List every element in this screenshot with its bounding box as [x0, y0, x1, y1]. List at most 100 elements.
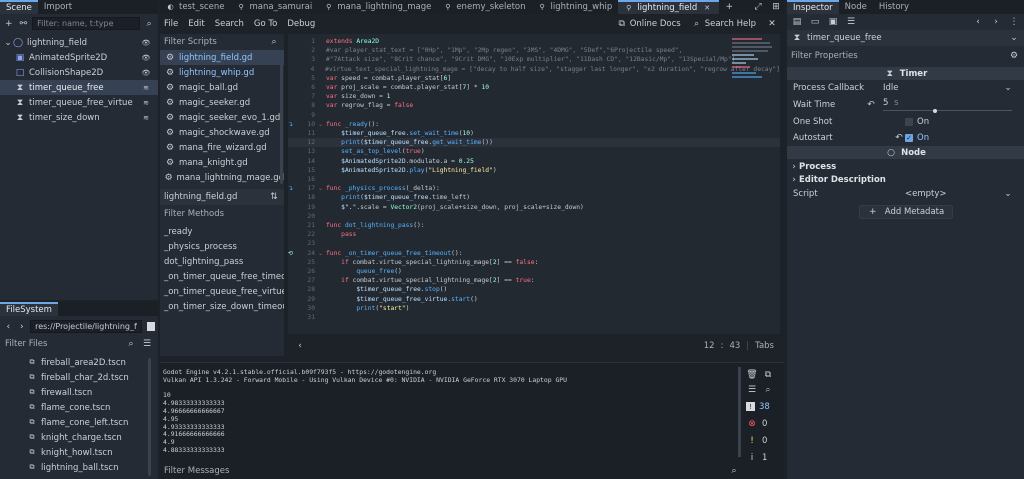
- code-line[interactable]: 9: [288, 111, 780, 120]
- scene-tree-item[interactable]: ⧗ timer_size_down ≋: [0, 110, 158, 125]
- filter-methods-input[interactable]: Filter Methods: [164, 209, 224, 219]
- filter-messages-input[interactable]: Filter Messages: [164, 466, 229, 476]
- code-editor[interactable]: 1 extends Area2D 2 #var player_stat_text = …: [288, 34, 780, 334]
- wait-time-slider[interactable]: [883, 110, 1012, 111]
- code-line[interactable]: 13 set_as_top_level(true): [288, 147, 780, 156]
- close-tab-icon[interactable]: ✕: [701, 2, 713, 14]
- code-line[interactable]: 27 if combat.virtue_special_lightning_ma…: [288, 276, 780, 285]
- link-icon[interactable]: ⚯: [18, 18, 30, 30]
- script-picker[interactable]: <empty> ⌄: [905, 188, 1018, 200]
- revert-icon[interactable]: ↶: [893, 132, 905, 144]
- fold-arrow-icon[interactable]: ⌄: [318, 121, 326, 128]
- signal-icon[interactable]: ≋: [140, 112, 152, 124]
- code-area[interactable]: 1 extends Area2D 2 #var player_stat_text = …: [288, 34, 780, 322]
- info-icon[interactable]: i: [746, 452, 758, 464]
- code-line[interactable]: 5 var speed = combat.player_stat[6]: [288, 74, 780, 83]
- tools-icon[interactable]: ⚙: [1008, 50, 1020, 62]
- script-item[interactable]: ⚙ magic_ball.gd: [160, 80, 284, 95]
- script-item[interactable]: ⚙ magic_seeker_evo_1.gd: [160, 110, 284, 125]
- code-line[interactable]: 19 $".".scale = Vector2(proj_scale+size_…: [288, 203, 780, 212]
- method-item[interactable]: dot_lightning_pass: [160, 254, 284, 269]
- distraction-free-icon[interactable]: ⤢: [752, 1, 764, 13]
- search-icon[interactable]: ⌕: [762, 384, 774, 396]
- code-line[interactable]: 23: [288, 239, 780, 248]
- method-item[interactable]: _on_timer_queue_free_virtue_ti...: [160, 284, 284, 299]
- code-line[interactable]: 22 pass: [288, 230, 780, 239]
- code-line[interactable]: ⟲ 24 ⌄ func _on_timer_queue_free_timeout():: [288, 249, 780, 258]
- add-metadata-button[interactable]: + Add Metadata: [858, 205, 953, 219]
- code-line[interactable]: 12 print($timer_queue_free.get_wait_time…: [288, 138, 780, 148]
- new-resource-icon[interactable]: ▤: [791, 16, 803, 28]
- code-line[interactable]: 6 var proj_scale = combat.player_stat[7] …: [288, 83, 780, 92]
- editor-tab[interactable]: ⚲ lightning_field ✕: [618, 0, 720, 14]
- script-item[interactable]: ⚙ mana_fire_wizard.gd: [160, 140, 284, 155]
- save-icon[interactable]: ▣: [827, 16, 839, 28]
- file-item[interactable]: ⧉ flame_cone_left.tscn: [22, 415, 158, 430]
- method-item[interactable]: _ready: [160, 224, 284, 239]
- method-item[interactable]: _physics_process: [160, 239, 284, 254]
- code-line[interactable]: 2 #var player_stat_text = ["0Hp", "1Mp", …: [288, 46, 780, 55]
- clear-icon[interactable]: 🗑: [746, 369, 758, 381]
- error-icon[interactable]: ⊗: [746, 418, 758, 430]
- code-line[interactable]: 15 $AnimatedSprite2D.play("Lightning_fie…: [288, 166, 780, 175]
- file-item[interactable]: ⧉ firewall.tscn: [22, 385, 158, 400]
- code-line[interactable]: ↴ 10 ⌄ func _ready():: [288, 120, 780, 129]
- code-line[interactable]: 18 print($timer_queue_free.time_left): [288, 193, 780, 202]
- editor-tab[interactable]: ⚲ mana_lightning_mage: [318, 0, 437, 14]
- object-menu-icon[interactable]: ⋮: [1008, 16, 1020, 28]
- code-line[interactable]: 25 if combat.virtue_special_lightning_ma…: [288, 258, 780, 267]
- scene-tree-item[interactable]: ⌄ ◯ lightning_field 👁: [0, 35, 158, 50]
- revert-icon[interactable]: ↶: [865, 99, 877, 111]
- tab-history[interactable]: History: [873, 0, 915, 14]
- code-line[interactable]: 21 func dot_lightning_pass():: [288, 221, 780, 230]
- code-line[interactable]: 20: [288, 212, 780, 221]
- copy-icon[interactable]: ⧉: [762, 369, 774, 381]
- file-item[interactable]: ⧉ knight_charge.tscn: [22, 430, 158, 445]
- gutter-marker[interactable]: ⟲: [288, 250, 296, 257]
- visibility-icon[interactable]: 👁: [140, 67, 152, 79]
- file-item[interactable]: ⧉ fireball_char_2d.tscn: [22, 370, 158, 385]
- code-line[interactable]: 8 var regrow_flag = false: [288, 101, 780, 110]
- menu-item[interactable]: Edit: [188, 19, 204, 29]
- menu-item[interactable]: File: [164, 19, 178, 29]
- warning-icon[interactable]: !: [746, 435, 758, 447]
- menu-item[interactable]: Search: [215, 19, 244, 29]
- messages-toggle-icon[interactable]: !: [746, 402, 755, 411]
- code-line[interactable]: 1 extends Area2D: [288, 37, 780, 46]
- file-item[interactable]: ⧉ flame_cone.tscn: [22, 400, 158, 415]
- file-item[interactable]: ⧉ fireball_area2D.tscn: [22, 355, 158, 370]
- search-help-button[interactable]: ⌕ Search Help: [691, 18, 756, 30]
- node-section-header[interactable]: ○ Node: [787, 146, 1024, 159]
- output-scrollbar[interactable]: [738, 367, 741, 457]
- tab-scene[interactable]: Scene: [0, 0, 38, 14]
- process-callback-select[interactable]: Idle ⌄: [879, 82, 1018, 94]
- forward-icon[interactable]: ›: [17, 321, 28, 333]
- script-item[interactable]: ⚙ mana_knight.gd: [160, 155, 284, 170]
- method-item[interactable]: _on_timer_size_down_timeout: [160, 299, 284, 314]
- editor-tab[interactable]: ◐ test_scene: [160, 0, 231, 14]
- visibility-icon[interactable]: 👁: [140, 52, 152, 64]
- code-line[interactable]: ↴ 17 ⌄ func _physics_process(_delta):: [288, 184, 780, 193]
- script-item[interactable]: ⚙ lightning_whip.gd: [160, 65, 284, 80]
- chevron-down-icon[interactable]: ⌄: [1008, 32, 1020, 44]
- code-line[interactable]: 4 #virtue_text_special_lightning_mage = […: [288, 65, 780, 74]
- code-line[interactable]: 3 #"7Attack size", "8Crit chance", "9Crit…: [288, 55, 780, 64]
- collapse-icon[interactable]: ☰: [746, 384, 758, 396]
- minimap[interactable]: [732, 36, 774, 96]
- file-item[interactable]: ⧉ knight_howl.tscn: [22, 445, 158, 460]
- tab-inspector[interactable]: Inspector: [787, 0, 839, 14]
- fold-arrow-icon[interactable]: ⌄: [318, 185, 326, 192]
- method-item[interactable]: _on_timer_queue_free_timeout: [160, 269, 284, 284]
- code-line[interactable]: 26 queue_free(): [288, 267, 780, 276]
- collapse-arrow-icon[interactable]: ⌄: [4, 37, 12, 49]
- sort-icon[interactable]: ⇅: [268, 191, 280, 203]
- online-docs-button[interactable]: ⧉ Online Docs: [616, 18, 681, 30]
- wait-time-slider-grabber[interactable]: [933, 109, 937, 113]
- open-icon[interactable]: ▭: [809, 16, 821, 28]
- one-shot-checkbox[interactable]: [905, 118, 913, 126]
- signal-icon[interactable]: ≋: [140, 97, 152, 109]
- sort-icon[interactable]: ☰: [141, 338, 153, 350]
- menu-item[interactable]: Go To: [254, 19, 277, 29]
- add-node-icon[interactable]: +: [3, 18, 15, 30]
- filter-files-label[interactable]: Filter Files: [5, 339, 47, 349]
